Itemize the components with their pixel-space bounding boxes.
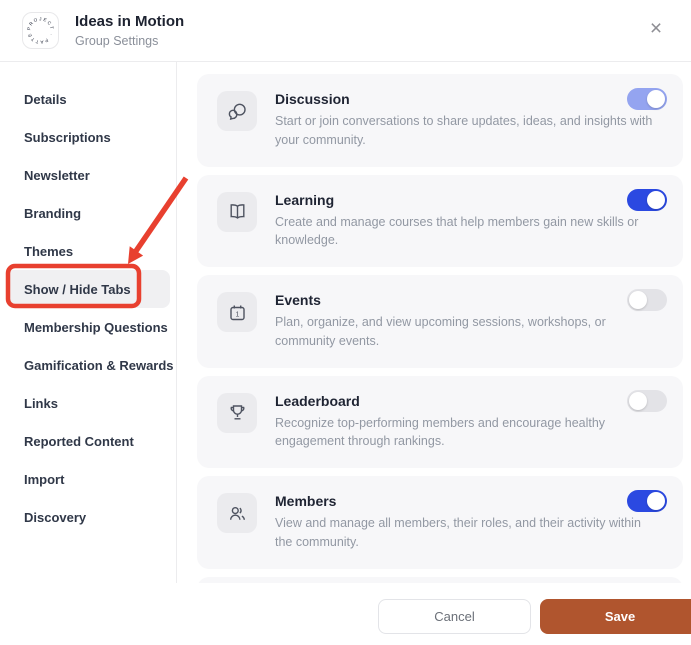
save-button[interactable]: Save <box>540 598 691 634</box>
sidebar-item-branding[interactable]: Branding <box>6 194 170 232</box>
close-icon: × <box>649 17 663 40</box>
setting-card-events: 1 Events Plan, organize, and view upcomi… <box>197 275 683 368</box>
setting-description: Plan, organize, and view upcoming sessio… <box>275 315 606 348</box>
setting-texts: Events Plan, organize, and view upcoming… <box>275 292 653 351</box>
close-button[interactable]: × <box>641 14 671 44</box>
setting-texts: Discussion Start or join conversations t… <box>275 91 653 150</box>
sidebar-item-links[interactable]: Links <box>6 384 170 422</box>
toggle-knob <box>629 391 647 410</box>
svg-text:1: 1 <box>235 311 239 318</box>
show-hide-tabs-panel: Discussion Start or join conversations t… <box>177 62 691 583</box>
setting-card-learning: Learning Create and manage courses that … <box>197 174 683 267</box>
setting-description: Start or join conversations to share upd… <box>275 114 653 147</box>
setting-card-discussion: Discussion Start or join conversations t… <box>197 74 683 167</box>
setting-title: Leaderboard <box>275 392 360 409</box>
toggle-knob <box>647 90 665 108</box>
toggle-knob <box>629 291 647 309</box>
people-icon <box>217 493 257 533</box>
sidebar-item-label: Reported Content <box>24 433 134 449</box>
chat-bubbles-icon <box>217 91 257 131</box>
sidebar-item-themes[interactable]: Themes <box>6 232 170 270</box>
open-book-icon <box>217 191 257 232</box>
modal-header: PROJECT · PATTERNS · Ideas in Motion Gro… <box>0 0 691 62</box>
toggle-knob <box>647 190 665 209</box>
setting-card-leaderboard: Leaderboard Recognize top-performing mem… <box>197 375 683 468</box>
setting-texts: Members View and manage all members, the… <box>275 493 653 552</box>
setting-description: Recognize top-performing members and enc… <box>275 415 606 449</box>
trophy-icon <box>217 392 257 433</box>
sidebar-item-discovery[interactable]: Discovery <box>6 498 170 536</box>
sidebar-item-membership-questions[interactable]: Membership Questions <box>6 308 170 346</box>
community-logo: PROJECT · PATTERNS · <box>22 12 59 49</box>
setting-card-members: Members View and manage all members, the… <box>197 476 683 569</box>
sidebar-item-label: Show / Hide Tabs <box>24 281 131 297</box>
sidebar-item-label: Discovery <box>24 509 87 525</box>
sidebar-item-label: Subscriptions <box>24 129 111 145</box>
sidebar-item-label: Membership Questions <box>24 319 168 335</box>
setting-texts: Learning Create and manage courses that … <box>275 192 653 251</box>
leaderboard-toggle[interactable] <box>627 389 667 412</box>
sidebar-item-label: Links <box>24 395 58 411</box>
settings-sidebar: Details Subscriptions Newsletter Brandin… <box>0 62 177 583</box>
cancel-button[interactable]: Cancel <box>378 598 531 634</box>
sidebar-item-newsletter[interactable]: Newsletter <box>6 156 170 194</box>
calendar-icon: 1 <box>217 292 257 332</box>
svg-text:PROJECT · PATTERNS ·: PROJECT · PATTERNS · <box>24 14 55 45</box>
setting-title: Members <box>275 493 337 509</box>
members-toggle[interactable] <box>627 490 667 512</box>
page-subtitle: Group Settings <box>75 33 159 48</box>
sidebar-item-label: Newsletter <box>24 167 90 183</box>
setting-title: Events <box>275 292 321 308</box>
setting-title: Discussion <box>275 91 350 107</box>
toggle-knob <box>647 492 665 510</box>
sidebar-item-label: Import <box>24 471 65 487</box>
discussion-toggle[interactable] <box>627 88 667 110</box>
sidebar-item-details[interactable]: Details <box>6 80 170 118</box>
modal-footer: Cancel Save <box>0 583 691 645</box>
sidebar-item-label: Details <box>24 91 67 107</box>
header-titles: Ideas in Motion Group Settings <box>75 13 184 48</box>
sidebar-item-gamification-rewards[interactable]: Gamification & Rewards <box>6 346 174 384</box>
setting-card-about: About Introduce your community's purpose… <box>197 576 683 583</box>
page-title: Ideas in Motion <box>75 13 185 31</box>
sidebar-item-show-hide-tabs[interactable]: Show / Hide Tabs <box>6 270 170 308</box>
sidebar-item-import[interactable]: Import <box>6 460 170 498</box>
sidebar-item-subscriptions[interactable]: Subscriptions <box>6 118 170 156</box>
setting-description: Create and manage courses that help memb… <box>275 214 639 248</box>
setting-texts: Leaderboard Recognize top-performing mem… <box>275 393 653 452</box>
sidebar-item-label: Themes <box>24 243 74 259</box>
circular-text-logo-icon: PROJECT · PATTERNS · <box>24 14 55 45</box>
sidebar-item-label: Gamification & Rewards <box>24 357 174 373</box>
events-toggle[interactable] <box>627 289 667 311</box>
sidebar-item-label: Branding <box>24 205 82 221</box>
learning-toggle[interactable] <box>627 188 667 211</box>
setting-title: Learning <box>275 191 335 208</box>
sidebar-item-reported-content[interactable]: Reported Content <box>6 422 170 460</box>
setting-description: View and manage all members, their roles… <box>275 516 641 549</box>
